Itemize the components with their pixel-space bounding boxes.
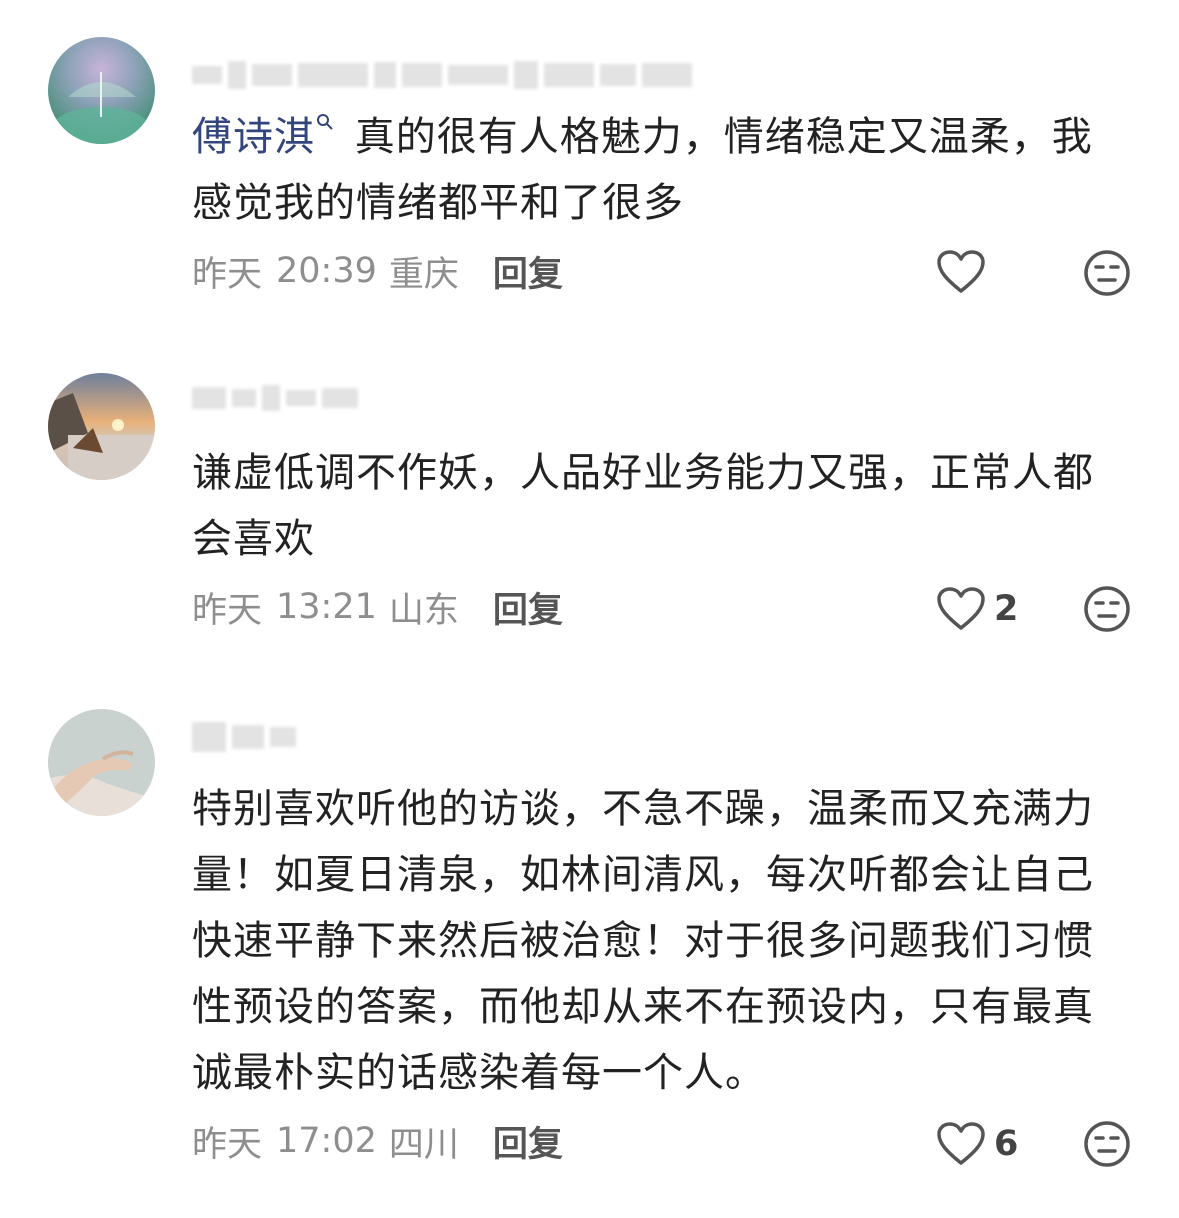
comment-item: 特别喜欢听他的访谈，不急不躁，温柔而又充满力量！如夏日清泉，如林间清风，每次听都… — [0, 0, 1179, 1218]
comment-text: 特别喜欢听他的访谈，不急不躁，温柔而又充满力量！如夏日清泉，如林间清风，每次听都… — [192, 776, 1122, 1106]
location-label: 四川 — [388, 1124, 459, 1165]
like-count: 6 — [994, 1124, 1019, 1164]
heart-outline-icon — [937, 1122, 985, 1165]
date-label: 昨天 — [192, 1124, 263, 1165]
avatar[interactable] — [48, 709, 155, 816]
reply-button[interactable]: 回复 — [493, 1116, 563, 1167]
comment-meta: 昨天 17:02 四川 回复 — [192, 1116, 563, 1166]
username-blurred[interactable] — [192, 720, 296, 754]
time-label: 17:02 — [276, 1121, 377, 1161]
comment-text-content: 特别喜欢听他的访谈，不急不躁，温柔而又充满力量！如夏日清泉，如林间清风，每次听都… — [192, 786, 1094, 1096]
like-button[interactable]: 6 — [936, 1119, 1018, 1169]
meh-face-icon — [1084, 1121, 1130, 1167]
dislike-button[interactable] — [1083, 1120, 1131, 1168]
